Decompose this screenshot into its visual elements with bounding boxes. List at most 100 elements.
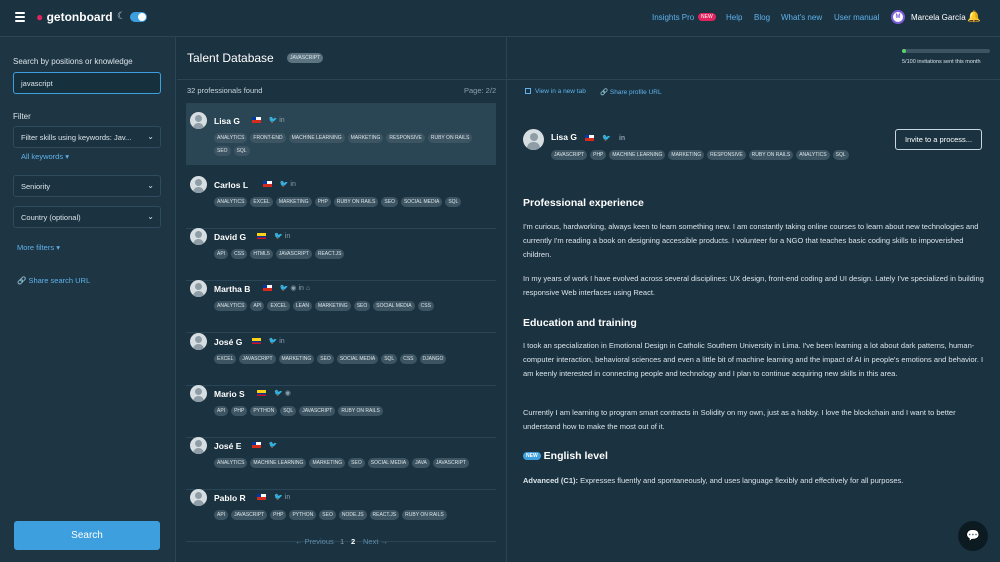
more-filters-button[interactable]: More filters ▾ — [17, 243, 60, 252]
page-title: Talent Database — [187, 51, 274, 65]
skill-tag: MACHINE LEARNING — [250, 458, 307, 468]
pager-next[interactable]: Next → — [363, 537, 388, 546]
skill-tag: JAVASCRIPT — [432, 458, 469, 468]
skill-tag: API — [214, 406, 229, 416]
profile-detail-panel: 5/100 invitations sent this month View i… — [508, 37, 1000, 562]
pager-page-2[interactable]: 2 — [351, 537, 355, 546]
talent-name: Martha B — [214, 284, 251, 294]
talent-list-panel: Talent Database JAVASCRIPT 32 profession… — [177, 37, 507, 562]
skill-tag: ANALYTICS — [796, 150, 830, 160]
search-button[interactable]: Search — [14, 521, 160, 550]
social-icons-text: 🐦 in — [279, 181, 296, 188]
user-avatar[interactable]: M — [891, 10, 905, 24]
skill-tag: SQL — [445, 197, 462, 207]
view-new-tab-label: View in a new tab — [535, 88, 586, 95]
skills-filter-select[interactable]: Filter skills using keywords: Jav... ⌄ — [13, 126, 161, 148]
talent-social-icons[interactable]: 🐦 ◉ in ⌂ — [262, 284, 316, 292]
nav-user-manual[interactable]: User manual — [834, 13, 879, 22]
skill-tag: NODE.JS — [338, 510, 367, 520]
country-select[interactable]: Country (optional) ⌄ — [13, 206, 161, 228]
talent-social-icons[interactable]: 🐦 in — [251, 116, 291, 124]
logo[interactable]: ● getonboard — [36, 10, 113, 24]
nav-whats-new[interactable]: What's new — [781, 13, 822, 22]
skill-tag: MARKETING — [347, 133, 384, 143]
chile-flag-icon — [262, 285, 272, 292]
invite-button[interactable]: Invite to a process... — [895, 129, 982, 150]
bell-icon[interactable]: 🔔 — [967, 10, 981, 23]
skill-tag: JAVASCRIPT — [239, 354, 276, 364]
link-icon: 🔗 — [17, 276, 27, 285]
linkedin-icon[interactable]: in — [619, 135, 625, 142]
english-level-desc: Expresses fluently and spontaneously, an… — [580, 476, 904, 485]
search-input-value: javascript — [21, 79, 53, 88]
skill-tag: PYTHON — [250, 406, 278, 416]
share-search-url-link[interactable]: 🔗 Share search URL — [17, 276, 90, 285]
skill-tag: PHP — [314, 197, 331, 207]
skill-tag: SEO — [348, 458, 365, 468]
nav-help[interactable]: Help — [726, 13, 742, 22]
invitations-progress-fill — [902, 49, 907, 53]
skill-tag: DJANGO — [419, 354, 447, 364]
page-indicator: Page: 2/2 — [464, 86, 497, 95]
hamburger-menu-icon[interactable] — [15, 12, 25, 22]
english-level-text: Advanced (C1): Expresses fluently and sp… — [523, 474, 988, 488]
talent-avatar — [190, 385, 207, 402]
talent-avatar — [190, 112, 207, 129]
nav-blog[interactable]: Blog — [754, 13, 770, 22]
skill-tag: SQL — [381, 354, 398, 364]
chile-flag-icon — [251, 442, 261, 449]
pager-page-1[interactable]: 1 — [340, 537, 344, 546]
skill-tag: SOCIAL MEDIA — [367, 458, 410, 468]
chevron-down-icon: ⌄ — [147, 132, 154, 141]
talent-avatar — [190, 437, 207, 454]
english-heading-text: English level — [543, 450, 608, 462]
seniority-select[interactable]: Seniority ⌄ — [13, 175, 161, 197]
skill-tag: MARKETING — [278, 354, 315, 364]
experience-paragraph-1: I'm curious, hardworking, always keen to… — [523, 222, 979, 259]
talent-social-icons[interactable]: 🐦 in — [262, 180, 302, 188]
skills-filter-placeholder: Filter skills using keywords: Jav... — [21, 133, 132, 142]
talent-social-icons[interactable]: 🐦 in — [251, 337, 291, 345]
skill-tag: LEAN — [292, 301, 312, 311]
profile-social-icons[interactable]: 🐦 in — [585, 135, 631, 142]
skill-tag: API — [214, 510, 229, 520]
talent-social-icons[interactable]: 🐦 in — [257, 232, 296, 240]
seniority-label: Seniority — [21, 182, 51, 191]
chile-flag-icon — [251, 117, 261, 124]
skill-tag: RESPONSIVE — [707, 150, 746, 160]
talent-social-icons[interactable]: 🐦 — [251, 441, 284, 449]
chat-icon[interactable]: 💬 — [958, 521, 988, 551]
country-label: Country (optional) — [21, 213, 81, 222]
skill-tag: EXCEL — [214, 354, 237, 364]
skill-tag: SOCIAL MEDIA — [400, 197, 443, 207]
talent-tags: ANALYTICS EXCEL MARKETING PHP RUBY ON RAILS S… — [214, 197, 486, 207]
top-bar: ● getonboard ☾ Insights Pro NEW Help Blo… — [0, 0, 1000, 37]
social-icons-text: 🐦 in — [274, 494, 291, 501]
talent-name: José E — [214, 441, 242, 451]
talent-avatar — [190, 280, 207, 297]
talent-name: José G — [214, 337, 243, 347]
talent-card[interactable]: Lisa G 🐦 in ANALYTICS FRONT-END MACHINE LEA… — [186, 103, 496, 165]
skill-tag: JAVASCRIPT — [231, 510, 268, 520]
user-name[interactable]: Marcela García — [911, 13, 966, 22]
invitations-progress-bar — [902, 49, 990, 53]
talent-social-icons[interactable]: 🐦 in — [257, 493, 296, 501]
dark-mode-toggle[interactable] — [130, 12, 147, 22]
nav-insights-pro[interactable]: Insights Pro — [652, 13, 694, 22]
talent-card[interactable]: Pablo R 🐦 in API JAVASCRIPT PHP PYTHON SEO NOD… — [186, 480, 496, 542]
skill-tag: ANALYTICS — [214, 133, 248, 143]
skill-tag: SEO — [317, 354, 334, 364]
view-new-tab-link[interactable]: View in a new tab — [525, 88, 586, 95]
share-profile-link[interactable]: 🔗 Share profile URL — [600, 88, 662, 96]
all-keywords-dropdown[interactable]: All keywords ▾ — [21, 152, 69, 161]
twitter-icon[interactable]: 🐦 — [602, 135, 611, 142]
search-input[interactable]: javascript — [13, 72, 161, 94]
pager-previous[interactable]: ← Previous — [295, 537, 334, 546]
talent-social-icons[interactable]: 🐦 ◉ — [257, 389, 297, 397]
skill-tag: MARKETING — [314, 301, 351, 311]
skill-tag: API — [214, 249, 229, 259]
filter-label: Filter — [13, 112, 31, 121]
share-search-label: Share search URL — [28, 276, 91, 285]
skill-tag: RUBY ON RAILS — [338, 406, 383, 416]
skill-tag: JAVA — [412, 458, 430, 468]
